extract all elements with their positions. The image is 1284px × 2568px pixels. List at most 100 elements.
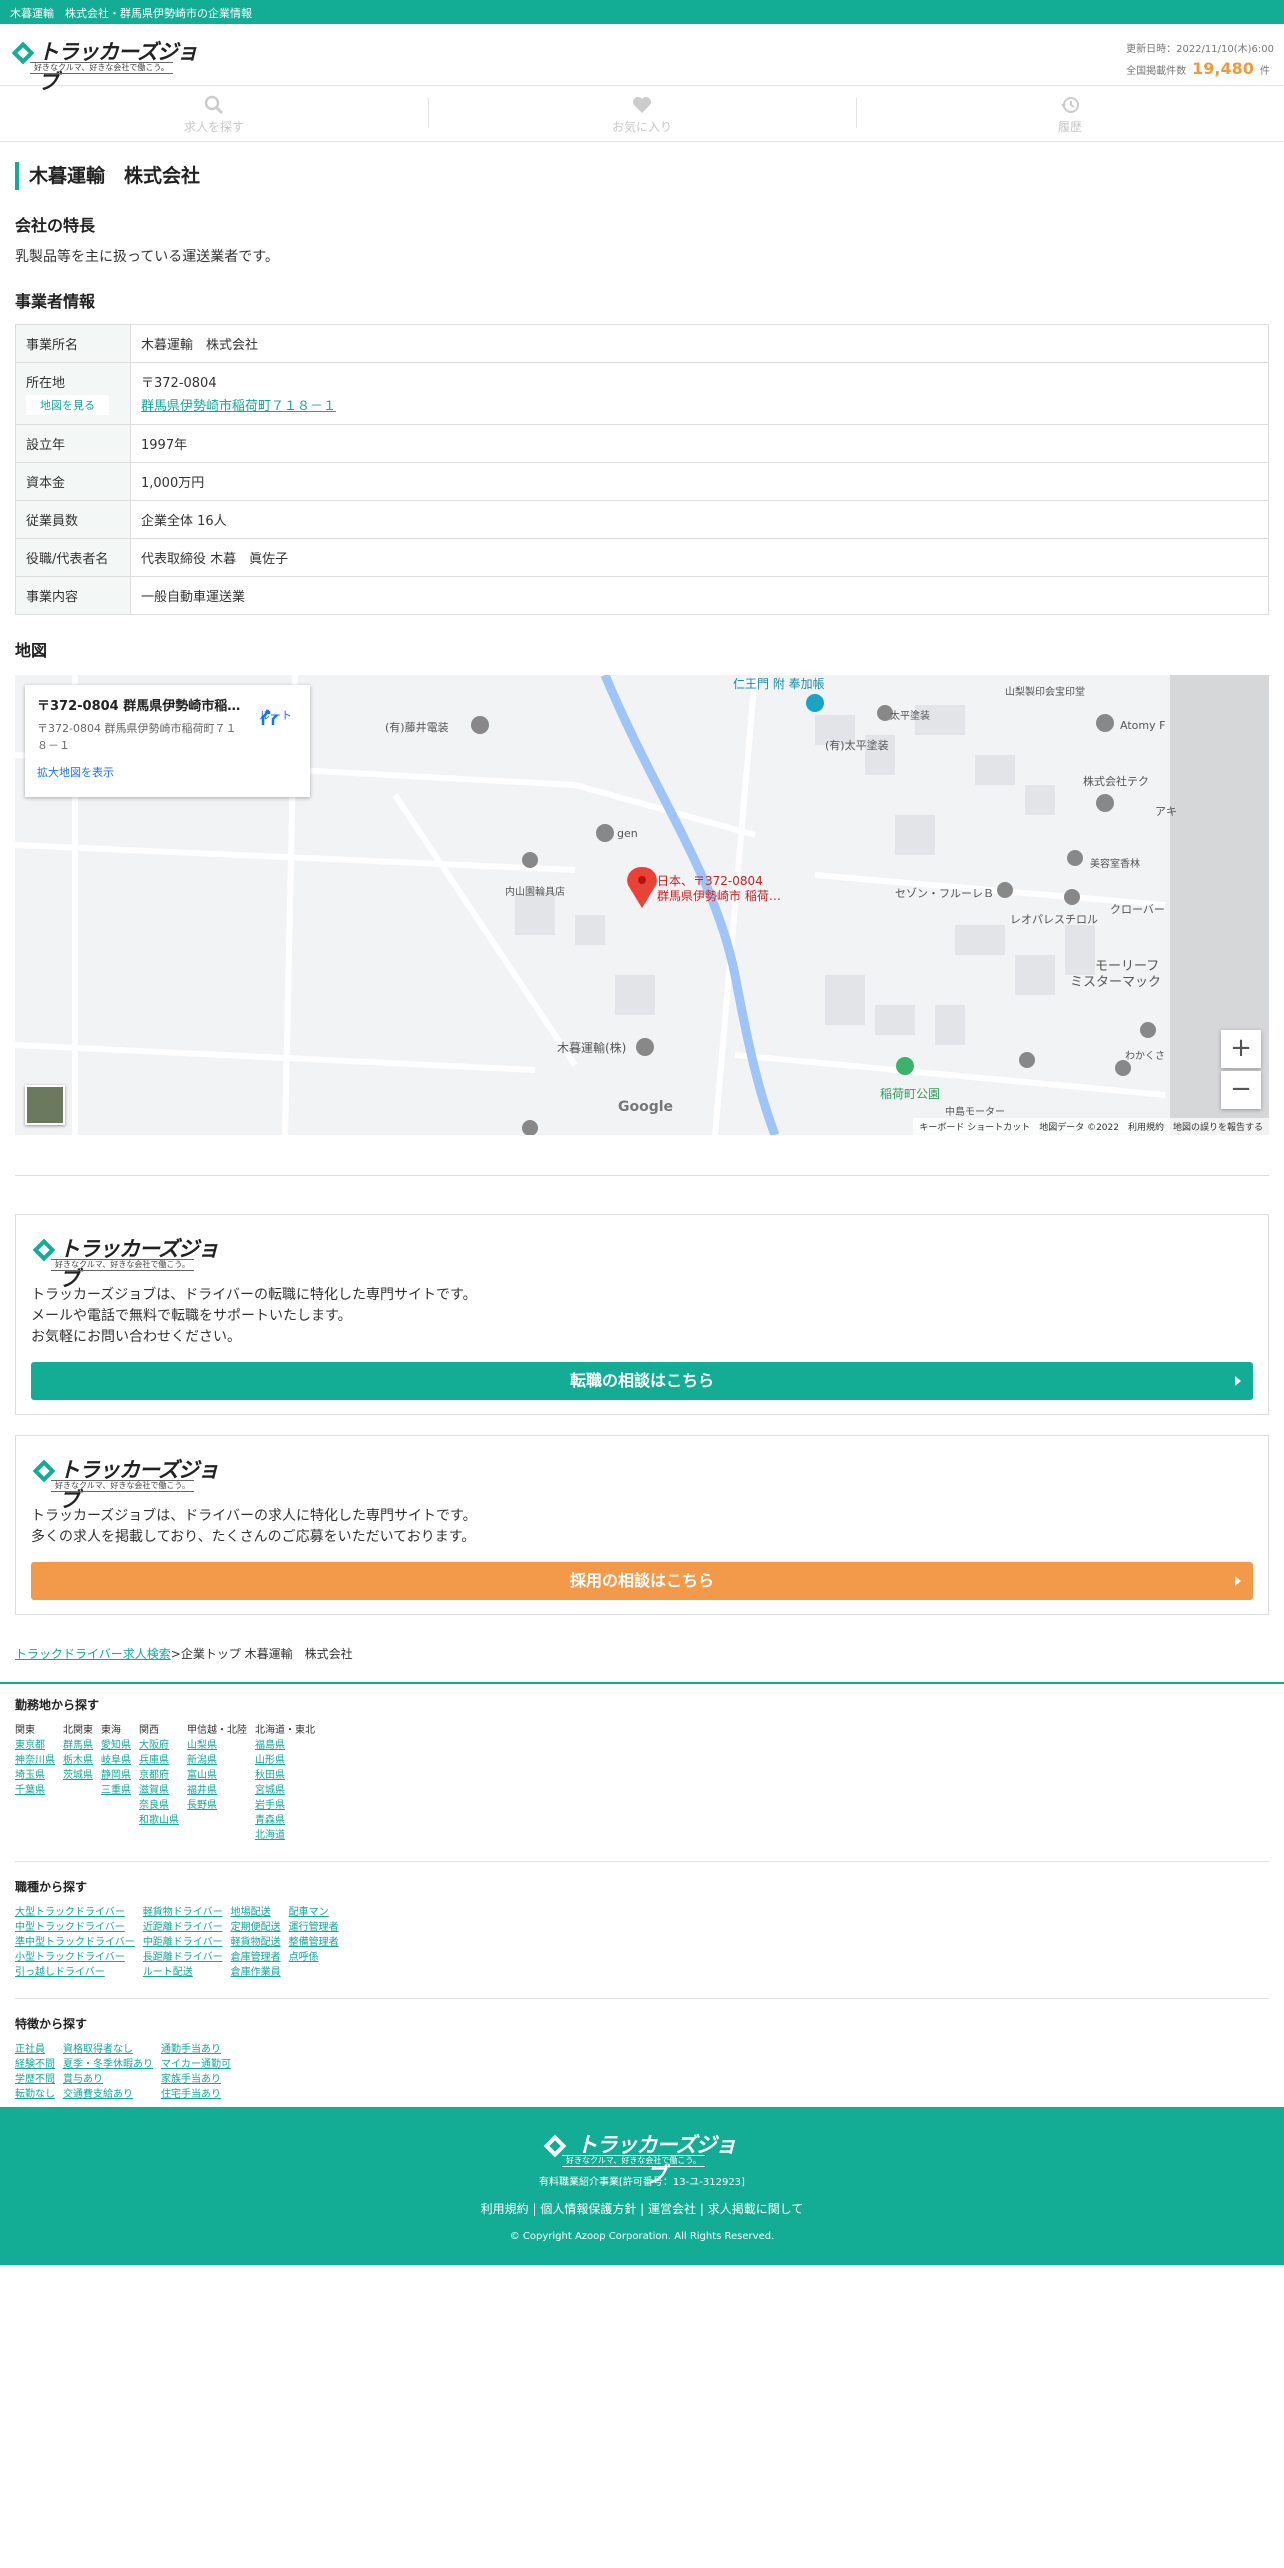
search-link[interactable]: 静岡県 [101, 1768, 131, 1783]
search-link[interactable]: 定期便配送 [231, 1920, 281, 1935]
search-link[interactable]: 地場配送 [231, 1905, 281, 1920]
search-link[interactable]: 倉庫管理者 [231, 1950, 281, 1965]
hiring-consult-button[interactable]: 採用の相談はこちら [31, 1562, 1253, 1600]
search-link[interactable]: 倉庫作業員 [231, 1965, 281, 1980]
search-link[interactable]: 運行管理者 [289, 1920, 339, 1935]
search-link[interactable]: 埼玉県 [15, 1768, 55, 1783]
search-link[interactable]: 山形県 [255, 1753, 315, 1768]
row-value: 1997年 [130, 424, 1269, 463]
search-link[interactable]: 転勤なし [15, 2087, 55, 2102]
search-link[interactable]: 夏季・冬季休暇あり [63, 2057, 153, 2072]
search-link[interactable]: 家族手当あり [161, 2072, 231, 2087]
map-footer[interactable]: キーボード ショートカット 地図データ ©2022 利用規約 地図の誤りを報告す… [913, 1118, 1269, 1135]
search-link[interactable]: 岐阜県 [101, 1753, 131, 1768]
search-link[interactable]: 宮城県 [255, 1783, 315, 1798]
search-link[interactable]: 新潟県 [187, 1753, 247, 1768]
site-logo[interactable]: トラッカーズジョブ 好きなクルマ、好きな会社で働こう。 [10, 34, 200, 94]
search-link[interactable]: 引っ越しドライバー [15, 1965, 135, 1980]
feature-columns: 正社員 経験不問 学歴不問 転勤なし 資格取得者なし 夏季・冬季休暇あり 賞与あり 交通費支給… [15, 2042, 1269, 2102]
promo-text: トラッカーズジョブは、ドライバーの転職に特化した専門サイトです。 メールや電話で… [31, 1285, 1253, 1348]
footer-link-company[interactable]: 運営会社 [648, 2202, 696, 2216]
footer-logo[interactable]: トラッカーズジョブ 好きなクルマ、好きな会社で働こう。 [542, 2127, 742, 2187]
search-link[interactable]: 茨城県 [63, 1768, 93, 1783]
footer-link-listing[interactable]: 求人掲載に関して [708, 2202, 804, 2216]
count-label: 全国掲載件数 [1126, 66, 1187, 77]
nav-history[interactable]: 履歴 [856, 86, 1284, 141]
search-link[interactable]: 賞与あり [63, 2072, 153, 2087]
search-link[interactable]: 栃木県 [63, 1753, 93, 1768]
nav-search[interactable]: 求人を探す [0, 86, 428, 141]
map-label: クローバー [1110, 903, 1165, 916]
search-link[interactable]: 群馬県 [63, 1738, 93, 1753]
search-link[interactable]: 京都府 [139, 1768, 179, 1783]
search-link[interactable]: 正社員 [15, 2042, 55, 2057]
search-link[interactable]: 兵庫県 [139, 1753, 179, 1768]
search-link[interactable]: 長野県 [187, 1798, 247, 1813]
search-link[interactable]: 福島県 [255, 1738, 315, 1753]
search-link[interactable]: 準中型トラックドライバー [15, 1935, 135, 1950]
search-link[interactable]: 近距離ドライバー [143, 1920, 223, 1935]
nav-favorites-label: お気に入り [611, 120, 672, 134]
search-link[interactable]: 小型トラックドライバー [15, 1950, 135, 1965]
map-label: 株式会社テク [1083, 775, 1149, 788]
search-link[interactable]: マイカー通勤可 [161, 2057, 231, 2072]
search-link[interactable]: 福井県 [187, 1783, 247, 1798]
google-map[interactable]: (有)藤井電装 (有)太平塗装 太平塗装 株式会社テク Atomy F gen … [15, 675, 1269, 1135]
search-link[interactable]: 学歴不問 [15, 2072, 55, 2087]
search-link[interactable]: 奈良県 [139, 1798, 179, 1813]
search-link[interactable]: 愛知県 [101, 1738, 131, 1753]
footer-link-privacy[interactable]: 個人情報保護方針 [540, 2202, 636, 2216]
zoom-in-button[interactable]: + [1221, 1030, 1261, 1068]
map-label: Atomy F [1120, 719, 1166, 732]
logo-tagline: 好きなクルマ、好きな会社で働こう。 [51, 1259, 194, 1271]
column-heading: 関東 [15, 1725, 35, 1736]
nav-favorites[interactable]: お気に入り [428, 86, 856, 141]
search-link[interactable]: 配車マン [289, 1905, 339, 1920]
route-button[interactable]: ルート [259, 707, 292, 725]
table-row: 事業所名 木暮運輸 株式会社 [15, 324, 1269, 363]
search-link[interactable]: 岩手県 [255, 1798, 315, 1813]
search-link[interactable]: 山梨県 [187, 1738, 247, 1753]
history-icon [1061, 97, 1079, 113]
search-link[interactable]: 交通費支給あり [63, 2087, 153, 2102]
search-link[interactable]: 軽貨物配送 [231, 1935, 281, 1950]
column-heading: 北海道・東北 [255, 1725, 315, 1736]
search-link[interactable]: 長距離ドライバー [143, 1950, 223, 1965]
search-link[interactable]: 神奈川県 [15, 1753, 55, 1768]
search-link[interactable]: 住宅手当あり [161, 2087, 231, 2102]
search-link[interactable]: 富山県 [187, 1768, 247, 1783]
search-link[interactable]: 点呼係 [289, 1950, 339, 1965]
search-link[interactable]: ルート配送 [143, 1965, 223, 1980]
link-column: 東海 愛知県 岐阜県 静岡県 三重県 [101, 1723, 131, 1843]
footer-link-terms[interactable]: 利用規約 [481, 2202, 529, 2216]
search-link[interactable]: 整備管理者 [289, 1935, 339, 1950]
career-consult-button[interactable]: 転職の相談はこちら [31, 1362, 1253, 1400]
map-info-window: 〒372-0804 群馬県伊勢崎市稲荷町718－1 〒372-0804 群馬県伊… [25, 685, 310, 797]
search-link[interactable]: 大阪府 [139, 1738, 179, 1753]
breadcrumb-link[interactable]: トラックドライバー求人検索 [15, 1647, 171, 1661]
search-link[interactable]: 中型トラックドライバー [15, 1920, 135, 1935]
search-link[interactable]: 三重県 [101, 1783, 131, 1798]
search-link[interactable]: 北海道 [255, 1828, 315, 1843]
search-link[interactable]: 中距離ドライバー [143, 1935, 223, 1950]
feature-search-heading: 特徴から探す [15, 2017, 88, 2031]
search-link[interactable]: 軽貨物ドライバー [143, 1905, 223, 1920]
zoom-out-button[interactable]: − [1221, 1071, 1261, 1109]
search-link[interactable]: 東京都 [15, 1738, 55, 1753]
search-link[interactable]: 秋田県 [255, 1768, 315, 1783]
search-link[interactable]: 資格取得者なし [63, 2042, 153, 2057]
view-map-button[interactable]: 地図を見る [26, 395, 109, 415]
larger-map-link[interactable]: 拡大地図を表示 [37, 764, 298, 780]
search-link[interactable]: 通勤手当あり [161, 2042, 231, 2057]
link-column: 地場配送 定期便配送 軽貨物配送 倉庫管理者 倉庫作業員 [231, 1905, 281, 1980]
search-link[interactable]: 千葉県 [15, 1783, 55, 1798]
search-link[interactable]: 大型トラックドライバー [15, 1905, 135, 1920]
map-label: レオパレスチロル [1010, 913, 1098, 926]
search-link[interactable]: 青森県 [255, 1813, 315, 1828]
satellite-toggle[interactable] [25, 1085, 65, 1125]
row-label: 役職/代表者名 [15, 538, 131, 577]
address-link[interactable]: 群馬県伊勢崎市稲荷町７１８－１ [141, 395, 336, 414]
search-link[interactable]: 経験不問 [15, 2057, 55, 2072]
search-link[interactable]: 滋賀県 [139, 1783, 179, 1798]
search-link[interactable]: 和歌山県 [139, 1813, 179, 1828]
